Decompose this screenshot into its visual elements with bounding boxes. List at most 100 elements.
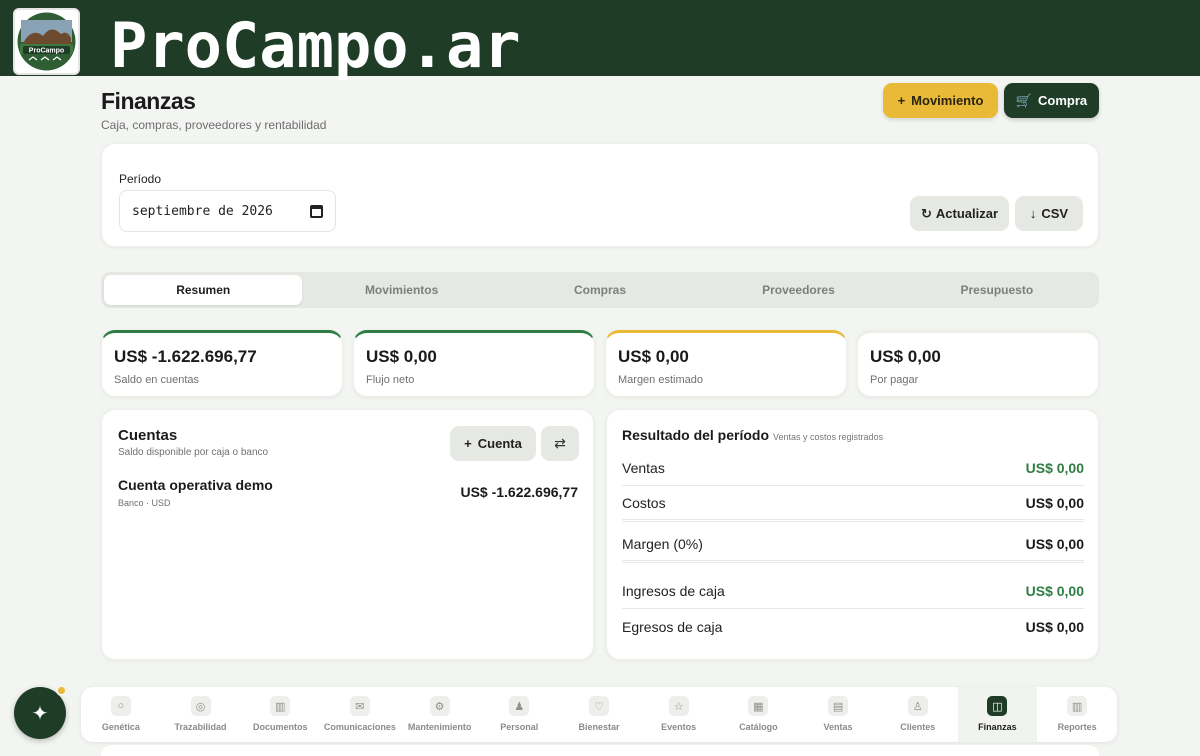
kpi-value: US$ 0,00 [618, 347, 689, 366]
nav-item-documentos[interactable]: ▥ Documentos [240, 687, 320, 742]
nav-item-mantenimiento[interactable]: ⚙ Mantenimiento [400, 687, 480, 742]
kpi-label: Flujo neto [366, 374, 415, 386]
transfer-button[interactable]: ⇄ [541, 426, 579, 461]
resultado-row-costos: Costos US$ 0,00 [622, 486, 1084, 522]
content-peek [101, 745, 1099, 756]
nav-item-finanzas[interactable]: ◫ Finanzas [957, 687, 1038, 742]
cuentas-card: Cuentas Saldo disponible por caja o banc… [101, 409, 594, 660]
nav-label: Personal [500, 722, 539, 732]
refresh-button[interactable]: ↻ Actualizar [910, 196, 1009, 231]
nav-label: Comunicaciones [323, 722, 396, 732]
kpi-por-pagar: US$ 0,00 Por pagar [857, 330, 1099, 397]
account-name[interactable]: Cuenta operativa demo [118, 477, 273, 493]
finance-icon: ◫ [987, 696, 1008, 716]
catalog-icon: ▦ [748, 696, 769, 716]
nav-label: Ventas [823, 722, 853, 732]
transfer-icon: ⇄ [554, 435, 566, 451]
kpi-value: US$ 0,00 [870, 347, 941, 366]
kpi-value: US$ -1.622.696,77 [114, 347, 257, 366]
resultado-title: Resultado del período Ventas y costos reg… [622, 427, 883, 443]
row-value: US$ 0,00 [1025, 582, 1084, 599]
resultado-row-egresos: Egresos de caja US$ 0,00 [622, 609, 1084, 645]
compra-label: Compra [1038, 93, 1088, 108]
row-label: Costos [622, 494, 666, 511]
gear-icon: ⚙ [429, 696, 450, 716]
export-csv-button[interactable]: ↓ CSV [1015, 196, 1083, 231]
row-label: Ventas [622, 459, 665, 476]
period-month-input[interactable]: septiembre de 2026 [119, 190, 336, 232]
account-balance: US$ -1.622.696,77 [460, 484, 578, 500]
bottom-nav: ○ Genética ◎ Trazabilidad ▥ Documentos ✉ Comuni… [81, 687, 1117, 742]
period-card: Período septiembre de 2026 ↻ Actualizar … [101, 143, 1099, 247]
tab-compras[interactable]: Compras [501, 275, 699, 305]
nav-item-ventas[interactable]: ▤ Ventas [798, 687, 878, 742]
resultado-row-ventas: Ventas US$ 0,00 [622, 450, 1084, 486]
period-value: septiembre de 2026 [132, 203, 273, 219]
resultado-row-margen: Margen (0%) US$ 0,00 [622, 527, 1084, 563]
nav-label: Clientes [900, 722, 936, 732]
tab-presupuesto[interactable]: Presupuesto [898, 275, 1096, 305]
kpi-flujo-neto: US$ 0,00 Flujo neto [353, 330, 595, 397]
brand-title: ProCampo.ar [110, 9, 521, 82]
period-label: Período [119, 172, 162, 186]
nav-label: Documentos [252, 722, 308, 732]
row-value: US$ 0,00 [1025, 494, 1084, 511]
row-value: US$ 0,00 [1025, 459, 1084, 476]
add-movimiento-button[interactable]: + Movimiento [883, 83, 998, 118]
page-subtitle: Caja, compras, proveedores y rentabilida… [101, 118, 327, 132]
calendar-icon[interactable] [310, 204, 323, 218]
row-value: US$ 0,00 [1025, 535, 1084, 552]
kpi-label: Por pagar [870, 374, 919, 386]
nav-item-genetica[interactable]: ○ Genética [81, 687, 161, 742]
tab-proveedores[interactable]: Proveedores [699, 275, 897, 305]
page-title: Finanzas [101, 88, 196, 114]
nav-item-clientes[interactable]: ♙ Clientes [878, 687, 958, 742]
tab-resumen[interactable]: Resumen [104, 275, 303, 305]
add-cuenta-button[interactable]: + Cuenta [450, 426, 536, 461]
nav-item-comunicaciones[interactable]: ✉ Comunicaciones [320, 687, 400, 742]
kpi-margen-estimado: US$ 0,00 Margen estimado [605, 330, 847, 397]
plus-icon: + [464, 436, 472, 451]
add-compra-button[interactable]: 🛒 Compra [1004, 83, 1099, 118]
resultado-subtitle: Ventas y costos registrados [773, 432, 884, 442]
nav-label: Trazabilidad [174, 722, 227, 732]
csv-label: CSV [1041, 206, 1069, 221]
add-cuenta-label: Cuenta [477, 436, 522, 451]
plus-icon: + [897, 93, 906, 108]
procampo-logo[interactable]: ProCampo [13, 8, 80, 75]
refresh-label: Actualizar [935, 206, 999, 221]
kpi-label: Margen estimado [618, 374, 703, 386]
nav-label: Bienestar [578, 722, 620, 732]
kpi-saldo-cuentas: US$ -1.622.696,77 Saldo en cuentas [101, 330, 343, 397]
nav-label: Genética [101, 722, 140, 732]
person-icon: ♟ [509, 696, 530, 716]
kpi-value: US$ 0,00 [366, 347, 437, 366]
nav-label: Finanzas [978, 722, 1017, 732]
nav-label: Catálogo [739, 722, 778, 732]
dna-icon: ○ [110, 696, 131, 716]
nav-item-eventos[interactable]: ☆ Eventos [639, 687, 719, 742]
nav-label: Mantenimiento [407, 722, 472, 732]
refresh-icon: ↻ [920, 205, 932, 221]
row-label: Margen (0%) [622, 535, 703, 552]
tab-movimientos[interactable]: Movimientos [302, 275, 500, 305]
cart-icon: 🛒 [1015, 92, 1033, 108]
notification-dot [56, 685, 67, 696]
nav-item-bienestar[interactable]: ♡ Bienestar [559, 687, 639, 742]
account-type: Banco · USD [118, 498, 171, 508]
target-icon: ◎ [190, 696, 211, 716]
kpi-label: Saldo en cuentas [114, 374, 200, 386]
nav-item-personal[interactable]: ♟ Personal [479, 687, 559, 742]
row-value: US$ 0,00 [1025, 619, 1084, 635]
resultado-card: Resultado del período Ventas y costos reg… [606, 409, 1099, 660]
reports-icon: ▥ [1067, 696, 1088, 716]
resultado-row-ingresos: Ingresos de caja US$ 0,00 [622, 573, 1084, 609]
resultado-title-text: Resultado del período [622, 427, 770, 443]
clients-icon: ♙ [907, 696, 928, 716]
nav-item-reportes[interactable]: ▥ Reportes [1037, 687, 1117, 742]
nav-item-trazabilidad[interactable]: ◎ Trazabilidad [161, 687, 241, 742]
document-icon: ▥ [270, 696, 291, 716]
finance-tabs: Resumen Movimientos Compras Proveedores … [101, 272, 1099, 308]
sales-icon: ▤ [828, 696, 849, 716]
nav-item-catalogo[interactable]: ▦ Catálogo [719, 687, 799, 742]
